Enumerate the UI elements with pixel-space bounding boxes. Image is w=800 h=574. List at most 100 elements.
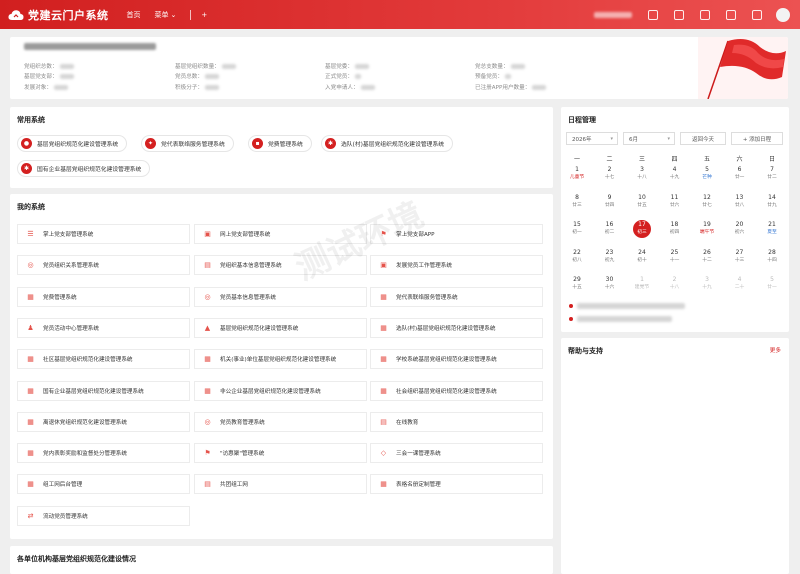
add-schedule-button[interactable]: + 添加日程 (731, 132, 783, 145)
my-system-item[interactable]: ▦ 学校系统基层党组织规范化建设管理系统 (370, 349, 543, 370)
handshake-icon: ✦ (145, 138, 156, 149)
my-system-item[interactable]: ⚑ "访惠聚"管理系统 (194, 443, 367, 464)
my-system-item[interactable]: ▲ 基层党组织规范化建设管理系统 (194, 317, 367, 338)
my-system-item[interactable]: ▣ 发展党员工作管理系统 (370, 255, 543, 276)
calendar-day[interactable]: 30 十六 (600, 276, 620, 291)
calendar-day[interactable]: 1 儿童节 (567, 166, 587, 181)
my-system-item[interactable]: ▣ 网上党支部管理系统 (194, 224, 367, 244)
avatar[interactable] (776, 7, 790, 22)
nav-add-button[interactable]: + (201, 11, 207, 19)
calendar-day[interactable]: 18 初四 (665, 221, 685, 236)
calendar-day[interactable]: 11 廿六 (665, 194, 685, 209)
my-system-item[interactable]: ◎ 党员基本信息管理系统 (194, 286, 367, 307)
my-system-item[interactable]: ▦ 社会组织基层党组织规范化建设管理系统 (370, 380, 543, 401)
year-select[interactable]: 2026年 ▾ (566, 132, 618, 145)
stat-item: 积极分子： (175, 83, 219, 91)
calendar-day[interactable]: 3 十八 (632, 166, 652, 181)
back-today-button[interactable]: 返回今天 (680, 132, 726, 145)
calendar-day[interactable]: 10 廿五 (632, 194, 652, 209)
upload-icon[interactable] (674, 9, 684, 20)
lunar-label: 十一 (669, 257, 680, 263)
my-system-item[interactable]: ▦ 非公企业基层党组织规范化建设管理系统 (194, 380, 367, 401)
my-system-item[interactable]: ▦ 党内表彰奖励和监督处分管理系统 (17, 443, 190, 464)
calendar-day-today[interactable]: 17 初三 (632, 221, 652, 236)
calendar-day[interactable]: 24 初十 (632, 249, 652, 264)
calendar-day[interactable]: 6 廿一 (730, 166, 750, 181)
my-system-item[interactable]: ⚑ 掌上党支部APP (370, 224, 543, 244)
logo[interactable]: 党建云门户系统 (8, 7, 109, 23)
my-system-item[interactable]: ▦ 党代表联络服务管理系统 (370, 286, 543, 307)
schedule-event[interactable] (569, 316, 672, 322)
my-system-item[interactable]: ▦ 党费管理系统 (17, 286, 190, 307)
org-status-title: 各单位机构基层党组织规范化建设情况 (17, 555, 136, 563)
calendar-day[interactable]: 12 廿七 (697, 194, 717, 209)
calendar-day[interactable]: 25 十一 (665, 249, 685, 264)
calendar-day[interactable]: 23 初九 (600, 249, 620, 264)
grid-icon[interactable] (752, 9, 762, 20)
calendar-day[interactable]: 16 初二 (600, 221, 620, 236)
calendar-day[interactable]: 2 十七 (600, 166, 620, 181)
lunar-label: 十九 (702, 285, 712, 290)
common-system-item[interactable]: ✱ 国有企业基层党组织规范化建设管理系统 (17, 160, 151, 177)
calendar-day[interactable]: 21 夏至 (762, 221, 782, 236)
common-system-item[interactable]: ● 基层党组织规范化建设管理系统 (17, 135, 128, 152)
system-icon: ▦ (27, 355, 34, 364)
message-icon[interactable] (700, 9, 710, 20)
calendar-day[interactable]: 4 二十 (730, 276, 750, 291)
common-system-item[interactable]: ✱ 选队(村)基层党组织规范化建设管理系统 (321, 135, 454, 152)
my-system-item[interactable]: ▤ 党组织基本信息管理系统 (194, 255, 367, 276)
lunar-label: 十二 (702, 257, 712, 263)
calendar-day[interactable]: 22 初八 (567, 249, 587, 264)
day-number: 2 (672, 276, 677, 283)
my-system-item[interactable]: ⇄ 流动党员管理系统 (17, 505, 190, 526)
system-icon: ▲ (204, 323, 211, 332)
my-system-item[interactable]: ▦ 表格名册定制管理 (370, 474, 543, 495)
document-icon[interactable] (726, 9, 736, 20)
help-more-link[interactable]: 更多 (770, 346, 781, 354)
calendar-day[interactable]: 3 十九 (697, 276, 717, 291)
calendar-day[interactable]: 5 芒种 (697, 166, 717, 181)
calendar-day[interactable]: 15 初一 (567, 221, 587, 236)
month-select[interactable]: 6月 ▾ (623, 132, 675, 145)
calendar-day[interactable]: 20 初六 (730, 221, 750, 236)
calendar-day[interactable]: 5 廿一 (762, 276, 782, 291)
calendar-day[interactable]: 19 端午节 (697, 221, 717, 236)
schedule-event[interactable] (569, 303, 685, 309)
my-system-item[interactable]: ♟ 党员活动中心管理系统 (17, 317, 190, 338)
nav-menu[interactable]: 菜单 ⌄ (155, 10, 177, 20)
calendar-day[interactable]: 7 廿二 (762, 166, 782, 181)
my-system-item[interactable]: ▦ 社区基层党组织规范化建设管理系统 (17, 349, 190, 370)
my-system-item[interactable]: ▦ 机关(事业)单位基层党组织规范化建设管理系统 (194, 349, 367, 370)
my-system-item[interactable]: ▤ 共团组工网 (194, 474, 367, 495)
day-number: 8 (575, 193, 579, 201)
day-number: 5 (705, 166, 709, 173)
my-system-item[interactable]: ◎ 党员组织关系管理系统 (17, 255, 190, 276)
my-system-item[interactable]: ▦ 离退休党组织规范化建设管理系统 (17, 411, 190, 432)
lunar-label: 十六 (604, 285, 615, 290)
my-system-item[interactable]: ▦ 选队(村)基层党组织规范化建设管理系统 (370, 317, 543, 338)
calendar-day[interactable]: 8 廿三 (567, 194, 587, 209)
common-system-item[interactable]: ▪ 党费管理系统 (248, 135, 312, 152)
calendar-day[interactable]: 28 十四 (762, 249, 782, 264)
calendar-day[interactable]: 27 十三 (730, 249, 750, 264)
calendar-day[interactable]: 4 十九 (665, 166, 685, 181)
calendar-day[interactable]: 13 廿八 (730, 194, 750, 209)
edit-icon[interactable] (648, 9, 658, 20)
my-system-item[interactable]: ▦ 国有企业基层党组织规范化建设管理系统 (17, 380, 190, 401)
day-number: 12 (703, 193, 711, 201)
calendar-day[interactable]: 14 廿九 (762, 194, 782, 209)
calendar-day[interactable]: 9 廿四 (600, 194, 620, 209)
my-system-item[interactable]: ◇ 三会一课管理系统 (370, 443, 543, 464)
common-system-label: 党代表联络服务管理系统 (161, 142, 225, 148)
lunar-label: 初一 (572, 230, 582, 235)
calendar-day[interactable]: 2 十八 (665, 276, 685, 291)
calendar-day[interactable]: 26 十二 (697, 249, 717, 264)
my-system-item[interactable]: ◎ 党员教育管理系统 (194, 411, 367, 432)
common-system-item[interactable]: ✦ 党代表联络服务管理系统 (141, 135, 234, 152)
nav-home[interactable]: 首页 (127, 10, 141, 20)
calendar-day[interactable]: 29 十五 (567, 276, 587, 291)
my-system-item[interactable]: ▤ 在线教育 (370, 411, 543, 432)
calendar-day[interactable]: 1 建党节 (632, 276, 652, 291)
my-system-item[interactable]: ▦ 组工网后台管理 (17, 474, 190, 495)
my-system-item[interactable]: ☰ 掌上党支部管理系统 (17, 224, 190, 244)
